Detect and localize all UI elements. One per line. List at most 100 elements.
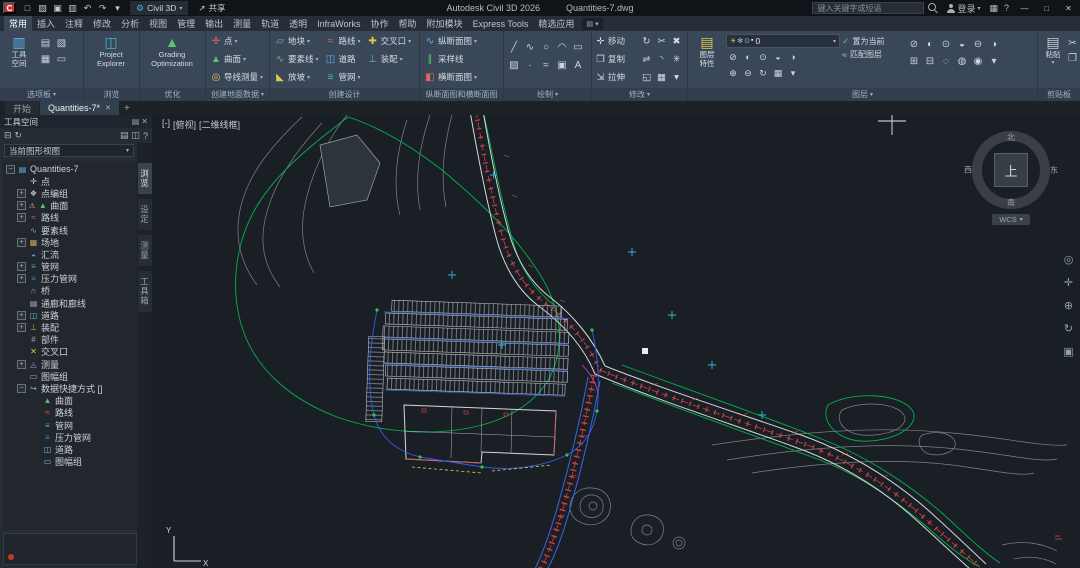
maximize-button[interactable]: □ [1037, 0, 1056, 16]
tree-expander[interactable] [17, 335, 26, 344]
ribbon-tab[interactable]: 管理 [172, 16, 200, 31]
viewcube-west[interactable]: 西 [964, 165, 972, 176]
panel-label[interactable]: 创建设计 [270, 88, 419, 101]
layer-unisolate-icon[interactable]: ◑ [786, 50, 800, 64]
grading-button[interactable]: ◣ 放坡 ▾ [272, 68, 321, 86]
corridor-button[interactable]: ◫ 道路 [323, 50, 363, 68]
panel-label[interactable]: 浏览 [84, 88, 139, 101]
layer-off-icon[interactable]: ⊘ [726, 50, 740, 64]
grading-optimization-button[interactable]: ▲ Grading Optimization [142, 32, 202, 87]
application-menu-button[interactable]: C [3, 2, 16, 14]
undo-icon[interactable]: ↶ [80, 0, 95, 16]
tree-item[interactable]: ▤ 通廊和廊线 [3, 297, 137, 309]
layer-merge-icon[interactable]: ▦ [771, 66, 785, 80]
tree-item[interactable]: + ▦ 场地 [3, 236, 137, 248]
tree-expander[interactable]: − [17, 383, 26, 393]
drawing-canvas[interactable]: Y X [152, 115, 1080, 568]
pan-icon[interactable]: ✛ [1060, 274, 1077, 290]
ribbon-tab[interactable]: 常用 [4, 16, 33, 31]
plot-icon[interactable]: ▥ [65, 0, 80, 16]
tree-item[interactable]: + ◬ 测量 [3, 358, 137, 370]
tree-item[interactable]: ∩ 桥 [3, 285, 137, 297]
tree-expander[interactable]: + [17, 310, 26, 320]
preview-ic on-icon[interactable]: ◫ [131, 130, 140, 141]
layer-tool-icon[interactable]: ⊟ [922, 53, 938, 70]
tree-item[interactable]: ✕ 交叉口 [3, 346, 137, 358]
paste-button[interactable]: ▤ 粘贴 ▾ [1040, 32, 1066, 87]
share-button[interactable]: ↗ 共享 [193, 2, 230, 14]
viewcube-east[interactable]: 东 [1050, 165, 1058, 176]
fillet-button[interactable]: ◝ [655, 50, 670, 68]
layer-lock-tool-icon[interactable]: ⊙ [756, 50, 770, 64]
layer-tool-icon[interactable]: ◑ [986, 36, 1002, 53]
tree-expander[interactable]: − [6, 164, 15, 174]
tree-item[interactable]: ∿ 要素线 [3, 224, 137, 236]
point-icon[interactable]: ∙ [522, 56, 538, 74]
layer-tool-icon[interactable]: ◐ [922, 36, 938, 53]
layer-tool-icon[interactable]: ◌ [938, 53, 954, 70]
layer-thaw-icon[interactable]: ⊕ [726, 66, 740, 80]
navigation-wheel-icon[interactable]: ◎ [1060, 251, 1077, 267]
ribbon-tab[interactable]: InfraWorks [312, 16, 365, 31]
tree-item[interactable]: + ≡ 压力管网 [3, 273, 137, 285]
move-button[interactable]: ✛ 移动 [594, 32, 640, 50]
hatch-icon[interactable]: ▨ [506, 56, 522, 74]
explode-button[interactable]: ✳ [670, 50, 685, 68]
toolspace-side-tab[interactable]: 测量 [137, 235, 152, 266]
file-tab-start[interactable]: 开始 [5, 101, 40, 115]
tree-item[interactable]: − ↪ 数据快捷方式 [] [3, 382, 137, 394]
tree-item[interactable]: ◒ 汇流 [3, 248, 137, 260]
palette-menu-icon[interactable]: ▤ [132, 117, 140, 126]
modify-more-button[interactable]: ▾ [670, 68, 685, 86]
tree-expander[interactable] [31, 445, 40, 454]
app-store-icon[interactable]: ▦ [986, 0, 1001, 16]
tree-item[interactable]: + ◫ 道路 [3, 309, 137, 321]
tree-item[interactable]: + ❖ 点编组 [3, 187, 137, 199]
layer-tool-icon[interactable]: ⊞ [906, 53, 922, 70]
tree-expander[interactable] [17, 299, 26, 308]
viewcube-north[interactable]: 北 [972, 132, 1050, 143]
zoom-icon[interactable]: ⊕ [1060, 297, 1077, 313]
tree-expander[interactable] [17, 372, 26, 381]
sample-lines-button[interactable]: ∥ 采样线 [422, 50, 479, 68]
viewcube[interactable]: 北 南 西 东 上 WCS ▾ [964, 131, 1058, 227]
polyline-icon[interactable]: ∿ [522, 38, 538, 56]
toolspace-side-tab[interactable]: 工具箱 [137, 271, 152, 312]
tree-item[interactable]: − ▤ Quantities-7 [3, 163, 137, 175]
layer-delete-icon[interactable]: ⊖ [741, 66, 755, 80]
spline-icon[interactable]: ≈ [538, 56, 554, 74]
tree-expander[interactable] [31, 421, 40, 430]
layer-properties-button[interactable]: ▤ 图层 特性 [690, 32, 724, 87]
minimize-button[interactable]: — [1015, 0, 1034, 16]
tree-expander[interactable] [31, 457, 40, 466]
tree-item[interactable]: ✛ 点 [3, 175, 137, 187]
tree-expander[interactable]: + [17, 359, 26, 369]
ribbon-tab[interactable]: 注释 [60, 16, 88, 31]
region-icon[interactable]: ▣ [554, 56, 570, 74]
tree-item[interactable]: ▲ 曲面 [3, 395, 137, 407]
wcs-menu[interactable]: WCS ▾ [992, 214, 1030, 225]
traverse-button[interactable]: ◎ 导线测量 ▾ [208, 68, 265, 86]
panel-label[interactable]: 创建地面数据 ▾ [206, 88, 269, 101]
tree-item[interactable]: ◫ 道路 [3, 443, 137, 455]
mtext-icon[interactable]: A [570, 56, 586, 74]
save-icon[interactable]: ▣ [50, 0, 65, 16]
tree-item[interactable]: ≡ 管网 [3, 419, 137, 431]
collapse-all-icon[interactable]: ⊟ [4, 130, 12, 141]
close-button[interactable]: ✕ [1059, 0, 1078, 16]
layer-prev-icon[interactable]: ↻ [756, 66, 770, 80]
make-current-button[interactable]: ✓ 置为当前 [842, 36, 904, 47]
tree-expander[interactable]: + [17, 237, 26, 247]
viewcube-top-face[interactable]: 上 [994, 153, 1028, 187]
open-file-icon[interactable]: ▨ [35, 0, 50, 16]
toolspace-side-tab[interactable]: 设定 [137, 199, 152, 230]
layer-tool-icon[interactable]: ⊖ [970, 36, 986, 53]
search-icon[interactable] [928, 3, 937, 11]
viewport-visual-style-control[interactable]: [二维线框] [199, 118, 240, 131]
erase-button[interactable]: ✖ [670, 32, 685, 50]
panel-label[interactable]: 剪贴板 [1038, 88, 1080, 101]
tree-expander[interactable] [31, 396, 40, 405]
tree-item[interactable]: ▭ 图幅组 [3, 370, 137, 382]
tree-expander[interactable] [17, 250, 26, 259]
file-tab-document[interactable]: Quantities-7* ✕ [40, 101, 119, 115]
